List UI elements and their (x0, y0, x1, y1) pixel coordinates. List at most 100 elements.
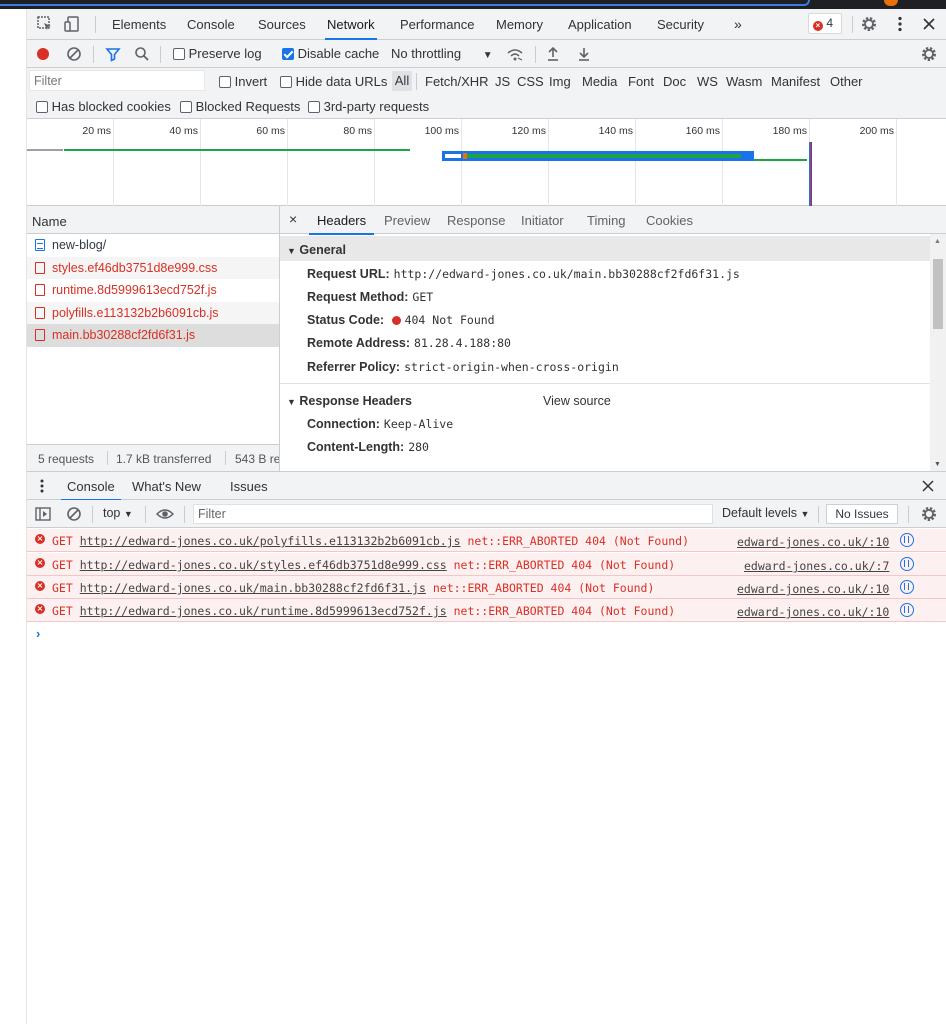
inspect-element-icon[interactable] (36, 15, 54, 33)
network-filter-input[interactable]: Filter (29, 70, 205, 91)
type-filter-wasm[interactable]: Wasm (726, 74, 762, 89)
checkbox-box[interactable] (173, 48, 185, 60)
tab-console[interactable]: Console (187, 9, 235, 39)
tab-elements[interactable]: Elements (112, 9, 166, 39)
tab-preview[interactable]: Preview (384, 213, 430, 228)
type-filter-css[interactable]: CSS (517, 74, 544, 89)
source-link[interactable]: edward-jones.co.uk/:10 (737, 535, 889, 549)
source-link[interactable]: edward-jones.co.uk/:10 (737, 582, 889, 596)
network-settings-gear-icon[interactable] (920, 45, 938, 63)
type-filter-manifest[interactable]: Manifest (771, 74, 820, 89)
console-error-message[interactable]: × GET http://edward-jones.co.uk/styles.e… (27, 553, 946, 576)
reveal-in-network-icon[interactable] (900, 603, 914, 617)
source-link[interactable]: edward-jones.co.uk/:7 (744, 559, 889, 573)
general-section-header[interactable]: ▼ General (280, 236, 930, 261)
drawer-tab-whats-new[interactable]: What's New (132, 479, 201, 494)
request-row[interactable]: runtime.8d5999613ecd752f.js (27, 279, 279, 302)
device-toolbar-icon[interactable] (63, 15, 81, 33)
type-filter-font[interactable]: Font (628, 74, 654, 89)
disable-cache-checkbox[interactable]: Disable cache (282, 46, 379, 61)
details-scrollbar[interactable]: ▲ ▼ (930, 234, 946, 471)
close-devtools-icon[interactable] (920, 15, 938, 33)
throttling-select[interactable]: No throttling ▼ (391, 46, 493, 61)
reveal-in-network-icon[interactable] (900, 557, 914, 571)
profile-avatar[interactable] (884, 0, 898, 6)
view-source-link[interactable]: View source (543, 394, 611, 408)
invert-checkbox[interactable]: Invert (219, 74, 267, 89)
request-row[interactable]: styles.ef46db3751d8e999.css (27, 256, 279, 279)
error-count-badge[interactable]: × 4 (808, 13, 842, 34)
type-filter-img[interactable]: Img (549, 74, 571, 89)
request-url-link[interactable]: http://edward-jones.co.uk/main.bb30288cf… (80, 581, 426, 595)
export-har-icon[interactable] (577, 46, 591, 62)
console-filter-input[interactable]: Filter (193, 504, 713, 524)
column-header-name[interactable]: Name (27, 206, 279, 234)
tab-performance[interactable]: Performance (400, 9, 474, 39)
scroll-down-arrow-icon[interactable]: ▼ (934, 461, 941, 468)
checkbox-box[interactable] (280, 76, 292, 88)
drawer-menu-icon[interactable] (39, 478, 45, 494)
request-row[interactable]: polyfills.e113132b2b6091cb.js (27, 301, 279, 324)
network-conditions-icon[interactable] (506, 46, 524, 62)
request-row[interactable]: new-blog/ (27, 234, 279, 257)
import-har-icon[interactable] (546, 46, 560, 62)
source-link[interactable]: edward-jones.co.uk/:10 (737, 605, 889, 619)
request-row-selected[interactable]: main.bb30288cf2fd6f31.js (27, 324, 279, 347)
more-tabs-button[interactable]: » (734, 9, 742, 39)
record-icon[interactable] (36, 47, 50, 61)
tab-memory[interactable]: Memory (496, 9, 543, 39)
checkbox-box[interactable] (180, 101, 192, 113)
type-filter-ws[interactable]: WS (697, 74, 718, 89)
tab-headers[interactable]: Headers (308, 213, 375, 235)
console-error-message[interactable]: × GET http://edward-jones.co.uk/polyfill… (27, 529, 946, 552)
checkbox-box[interactable] (36, 101, 48, 113)
show-sidebar-icon[interactable] (35, 506, 51, 522)
log-levels-dropdown[interactable]: Default levels ▼ (722, 506, 809, 520)
issues-counter-button[interactable]: No Issues (826, 504, 898, 524)
preserve-log-checkbox[interactable]: Preserve log (173, 46, 262, 61)
tab-sources[interactable]: Sources (258, 9, 306, 39)
search-icon[interactable] (134, 46, 150, 62)
checkbox-box[interactable] (219, 76, 231, 88)
checkbox-box[interactable] (308, 101, 320, 113)
third-party-requests-checkbox[interactable]: 3rd-party requests (308, 99, 429, 114)
console-error-message[interactable]: × GET http://edward-jones.co.uk/runtime.… (27, 599, 946, 622)
tab-security[interactable]: Security (657, 9, 704, 39)
scroll-up-arrow-icon[interactable]: ▲ (934, 238, 941, 245)
request-url-link[interactable]: http://edward-jones.co.uk/runtime.8d5999… (80, 604, 447, 618)
settings-gear-icon[interactable] (860, 15, 878, 33)
clear-icon[interactable] (66, 46, 82, 62)
clear-console-icon[interactable] (66, 506, 82, 522)
type-filter-fetch-xhr[interactable]: Fetch/XHR (425, 74, 489, 89)
hide-data-urls-checkbox[interactable]: Hide data URLs (280, 74, 387, 89)
request-url-link[interactable]: http://edward-jones.co.uk/polyfills.e113… (80, 534, 461, 548)
more-options-icon[interactable] (891, 15, 909, 33)
type-filter-all[interactable]: All (392, 71, 412, 91)
console-error-message[interactable]: × GET http://edward-jones.co.uk/main.bb3… (27, 576, 946, 599)
context-selector[interactable]: top ▼ (103, 506, 133, 520)
tab-cookies[interactable]: Cookies (646, 213, 693, 228)
request-url-link[interactable]: http://edward-jones.co.uk/styles.ef46db3… (80, 558, 447, 572)
filter-funnel-icon[interactable] (105, 46, 121, 62)
live-expression-eye-icon[interactable] (156, 507, 174, 521)
reveal-in-network-icon[interactable] (900, 580, 914, 594)
network-overview-timeline[interactable]: 20 ms 40 ms 60 ms 80 ms 100 ms 120 ms 14… (27, 119, 946, 206)
type-filter-other[interactable]: Other (830, 74, 863, 89)
checkbox-box-checked[interactable] (282, 48, 294, 60)
reveal-in-network-icon[interactable] (900, 533, 914, 547)
tab-application[interactable]: Application (568, 9, 632, 39)
blocked-requests-checkbox[interactable]: Blocked Requests (180, 99, 300, 114)
console-input-prompt[interactable]: › (36, 626, 40, 641)
scrollbar-thumb[interactable] (933, 259, 943, 329)
type-filter-media[interactable]: Media (582, 74, 617, 89)
type-filter-js[interactable]: JS (495, 74, 510, 89)
close-drawer-icon[interactable] (922, 480, 934, 492)
has-blocked-cookies-checkbox[interactable]: Has blocked cookies (36, 99, 171, 114)
tab-initiator[interactable]: Initiator (521, 213, 564, 228)
tab-network[interactable]: Network (325, 9, 377, 40)
tab-response[interactable]: Response (447, 213, 506, 228)
console-settings-gear-icon[interactable] (920, 505, 938, 523)
drawer-tab-console[interactable]: Console (61, 479, 121, 501)
drawer-tab-issues[interactable]: Issues (230, 479, 268, 494)
type-filter-doc[interactable]: Doc (663, 74, 686, 89)
